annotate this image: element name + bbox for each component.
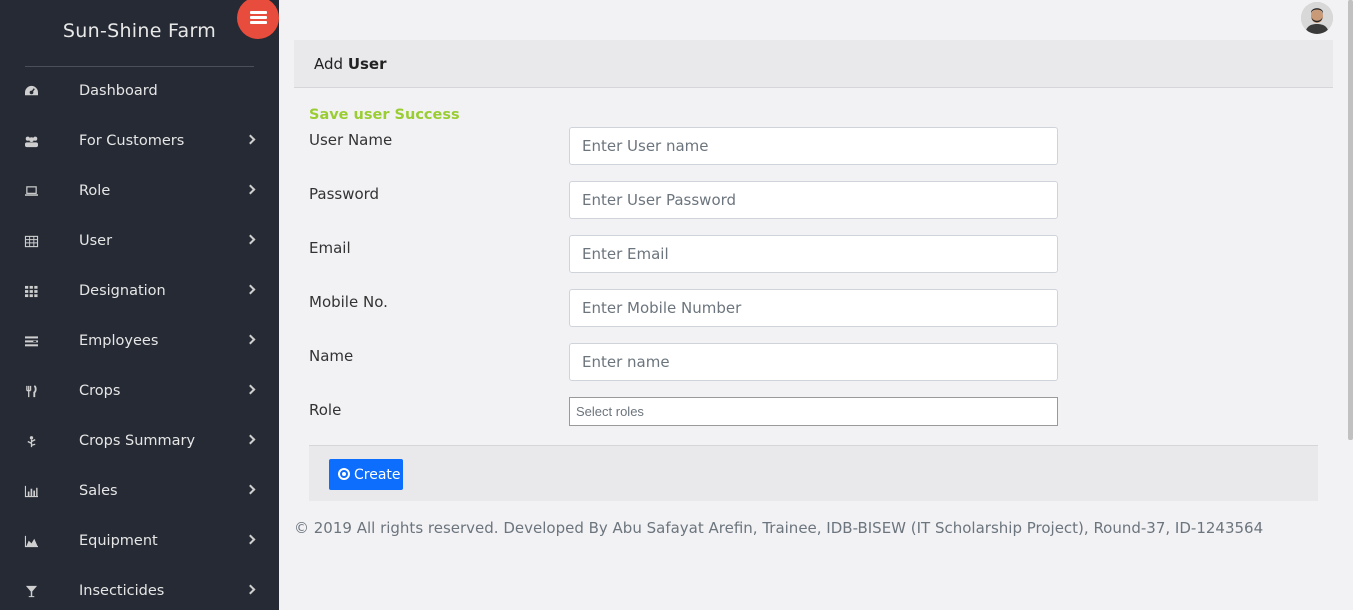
sidebar-item-label: Employees: [79, 333, 159, 349]
users-icon: [25, 136, 38, 148]
sidebar-item-label: Insecticides: [79, 583, 165, 599]
sidebar-item-dashboard[interactable]: Dashboard: [0, 67, 279, 117]
chevron-right-icon: [245, 434, 256, 445]
role-select[interactable]: Select roles: [569, 397, 1058, 426]
circle-dot-icon: [338, 467, 350, 480]
list-icon: [25, 336, 38, 347]
area-chart-icon: [24, 535, 38, 548]
sidebar-item-equipment[interactable]: Equipment: [0, 517, 279, 567]
page-scrollbar[interactable]: [1348, 0, 1353, 440]
sidebar-item-insecticides[interactable]: Insecticides: [0, 567, 279, 610]
chevron-right-icon: [245, 284, 256, 295]
card-footer: Create: [309, 445, 1318, 501]
mobile-input[interactable]: [569, 289, 1058, 327]
sidebar-item-label: For Customers: [79, 133, 185, 149]
sidebar-item-label: Dashboard: [79, 83, 158, 99]
cutlery-icon: [26, 385, 37, 398]
username-label: User Name: [309, 131, 393, 149]
card-header: Add User: [294, 40, 1333, 88]
mobile-label: Mobile No.: [309, 293, 388, 311]
chevron-right-icon: [245, 384, 256, 395]
chevron-right-icon: [245, 184, 256, 195]
chevron-right-icon: [245, 234, 256, 245]
role-label: Role: [309, 401, 342, 419]
chevron-right-icon: [245, 584, 256, 595]
role-select-placeholder: Select roles: [576, 404, 644, 419]
sidebar-item-label: Crops: [79, 383, 121, 399]
sidebar-item-label: Designation: [79, 283, 166, 299]
sidebar-item-label: Crops Summary: [79, 433, 196, 449]
username-input[interactable]: [569, 127, 1058, 165]
sidebar-item-role[interactable]: Role: [0, 167, 279, 217]
table-icon: [24, 235, 39, 248]
password-input[interactable]: [569, 181, 1058, 219]
grid-icon: [25, 285, 38, 298]
sidebar-nav: Dashboard For Customers Role User Design…: [0, 67, 279, 610]
sidebar-item-crops[interactable]: Crops: [0, 367, 279, 417]
chevron-right-icon: [245, 484, 256, 495]
avatar-image: [1301, 2, 1333, 34]
name-label: Name: [309, 347, 354, 365]
sidebar-item-sales[interactable]: Sales: [0, 467, 279, 517]
brand: Sun-Shine Farm: [0, 0, 279, 66]
sidebar-item-label: Sales: [79, 483, 118, 499]
success-message: Save user Success: [309, 107, 460, 123]
sidebar: Sun-Shine Farm Dashboard For Customers R…: [0, 0, 279, 610]
leaf-icon: [27, 436, 36, 448]
sidebar-item-label: Equipment: [79, 533, 158, 549]
sidebar-item-designation[interactable]: Designation: [0, 267, 279, 317]
name-input[interactable]: [569, 343, 1058, 381]
dashboard-icon: [25, 85, 38, 96]
email-input[interactable]: [569, 235, 1058, 273]
sidebar-item-crops-summary[interactable]: Crops Summary: [0, 417, 279, 467]
chevron-right-icon: [245, 534, 256, 545]
sidebar-item-user[interactable]: User: [0, 217, 279, 267]
sidebar-item-label: User: [79, 233, 113, 249]
page-title: Add User: [314, 55, 387, 73]
glass-icon: [25, 585, 38, 598]
create-button[interactable]: Create: [329, 459, 403, 490]
user-avatar[interactable]: [1301, 2, 1333, 34]
sidebar-item-employees[interactable]: Employees: [0, 317, 279, 367]
chevron-right-icon: [245, 134, 256, 145]
copyright-text: © 2019 All rights reserved. Developed By…: [294, 519, 1264, 537]
bar-chart-icon: [24, 485, 38, 498]
menu-icon: [250, 11, 267, 14]
password-label: Password: [309, 185, 380, 203]
laptop-icon: [25, 186, 38, 196]
chevron-right-icon: [245, 334, 256, 345]
email-label: Email: [309, 239, 351, 257]
sidebar-item-for-customers[interactable]: For Customers: [0, 117, 279, 167]
sidebar-item-label: Role: [79, 183, 111, 199]
